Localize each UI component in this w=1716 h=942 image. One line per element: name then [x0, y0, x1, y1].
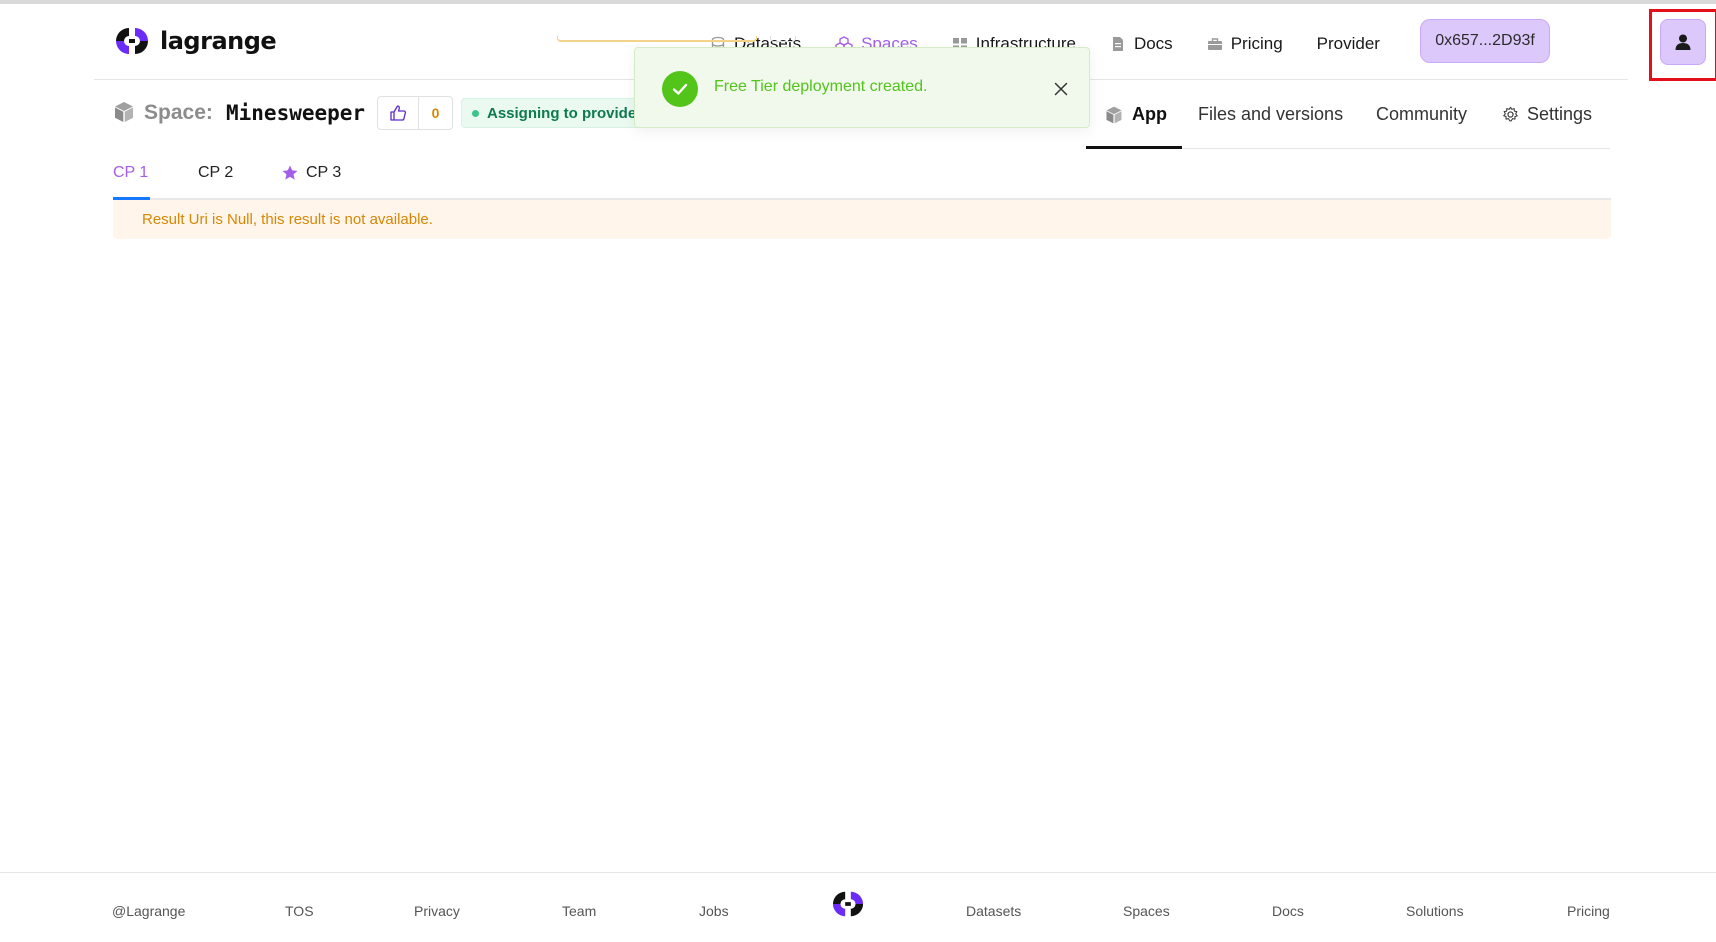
footer-link-pricing[interactable]: Pricing — [1567, 903, 1610, 919]
tab-files-and-versions[interactable]: Files and versions — [1198, 80, 1343, 149]
lagrange-logo-icon[interactable] — [829, 888, 867, 920]
space-tabs: App Files and versions Community Setting… — [1086, 80, 1610, 149]
toast-message: Free Tier deployment created. — [714, 78, 928, 95]
status-text: Assigning to provider — [487, 104, 643, 122]
tab-active-indicator — [1086, 146, 1182, 149]
footer-link-datasets[interactable]: Datasets — [966, 903, 1021, 919]
check-circle-icon — [662, 71, 698, 107]
brand-name: lagrange — [160, 27, 277, 55]
footer-link-team[interactable]: Team — [562, 903, 596, 919]
nav-provider-label: Provider — [1316, 34, 1380, 53]
tab-cp-3[interactable]: CP 3 — [281, 164, 341, 182]
footer-copyright[interactable]: @Lagrange — [112, 903, 185, 919]
alert-message: Result Uri is Null, this result is not a… — [142, 211, 433, 228]
like-button[interactable] — [378, 97, 419, 129]
close-icon[interactable] — [1052, 80, 1070, 98]
footer-link-tos[interactable]: TOS — [285, 903, 314, 919]
like-count: 0 — [431, 105, 440, 121]
space-name: Minesweeper — [226, 101, 366, 125]
footer-link-solutions[interactable]: Solutions — [1406, 903, 1464, 919]
footer-link-docs[interactable]: Docs — [1272, 903, 1304, 919]
thumbs-up-icon — [390, 105, 407, 121]
nav-docs[interactable]: Docs — [1110, 34, 1173, 54]
tab-cp-2[interactable]: CP 2 — [198, 164, 233, 182]
obscured-badge — [557, 36, 757, 42]
nav-docs-label: Docs — [1133, 34, 1173, 53]
tab-cp-2-label: CP 2 — [198, 164, 234, 181]
page-footer: @Lagrange TOS Privacy Team Jobs Datasets… — [0, 872, 1716, 942]
cube-icon — [115, 102, 133, 122]
user-profile-button[interactable] — [1660, 19, 1706, 65]
cube-icon — [1106, 106, 1122, 123]
nav-pricing[interactable]: Pricing — [1207, 34, 1283, 54]
brand-logo[interactable]: lagrange — [112, 24, 277, 58]
space-label: Space: — [144, 101, 213, 124]
footer-link-jobs[interactable]: Jobs — [699, 903, 729, 919]
success-toast: Free Tier deployment created. — [634, 47, 1090, 128]
tab-files-label: Files and versions — [1198, 104, 1344, 124]
obscured-button — [770, 36, 796, 42]
briefcase-icon — [1207, 38, 1222, 50]
lagrange-logo-icon — [116, 28, 148, 54]
status-badge: Assigning to provider — [461, 98, 651, 128]
nav-pricing-label: Pricing — [1230, 34, 1283, 53]
user-icon — [1675, 34, 1691, 50]
document-icon — [1112, 37, 1123, 51]
nav-provider[interactable]: Provider — [1317, 34, 1380, 54]
star-icon — [282, 165, 298, 180]
tab-cp-1-label: CP 1 — [113, 164, 149, 181]
tab-cp-3-label: CP 3 — [306, 164, 342, 181]
tab-app-label: App — [1132, 104, 1167, 124]
tab-community[interactable]: Community — [1376, 80, 1467, 149]
wallet-address-button[interactable]: 0x657...2D93f — [1420, 19, 1550, 63]
cp-tabs: CP 1 CP 2 CP 3 — [113, 150, 1611, 200]
footer-link-spaces[interactable]: Spaces — [1123, 903, 1170, 919]
tab-settings[interactable]: Settings — [1502, 80, 1592, 149]
result-warning-alert: Result Uri is Null, this result is not a… — [113, 200, 1611, 239]
tab-community-label: Community — [1376, 104, 1468, 124]
status-dot — [472, 109, 479, 117]
like-widget: 0 — [377, 96, 453, 130]
tab-app[interactable]: App — [1104, 80, 1167, 149]
footer-link-privacy[interactable]: Privacy — [414, 903, 460, 919]
tab-cp-1[interactable]: CP 1 — [113, 164, 148, 182]
tab-settings-label: Settings — [1527, 104, 1593, 124]
gear-icon — [1503, 106, 1518, 122]
